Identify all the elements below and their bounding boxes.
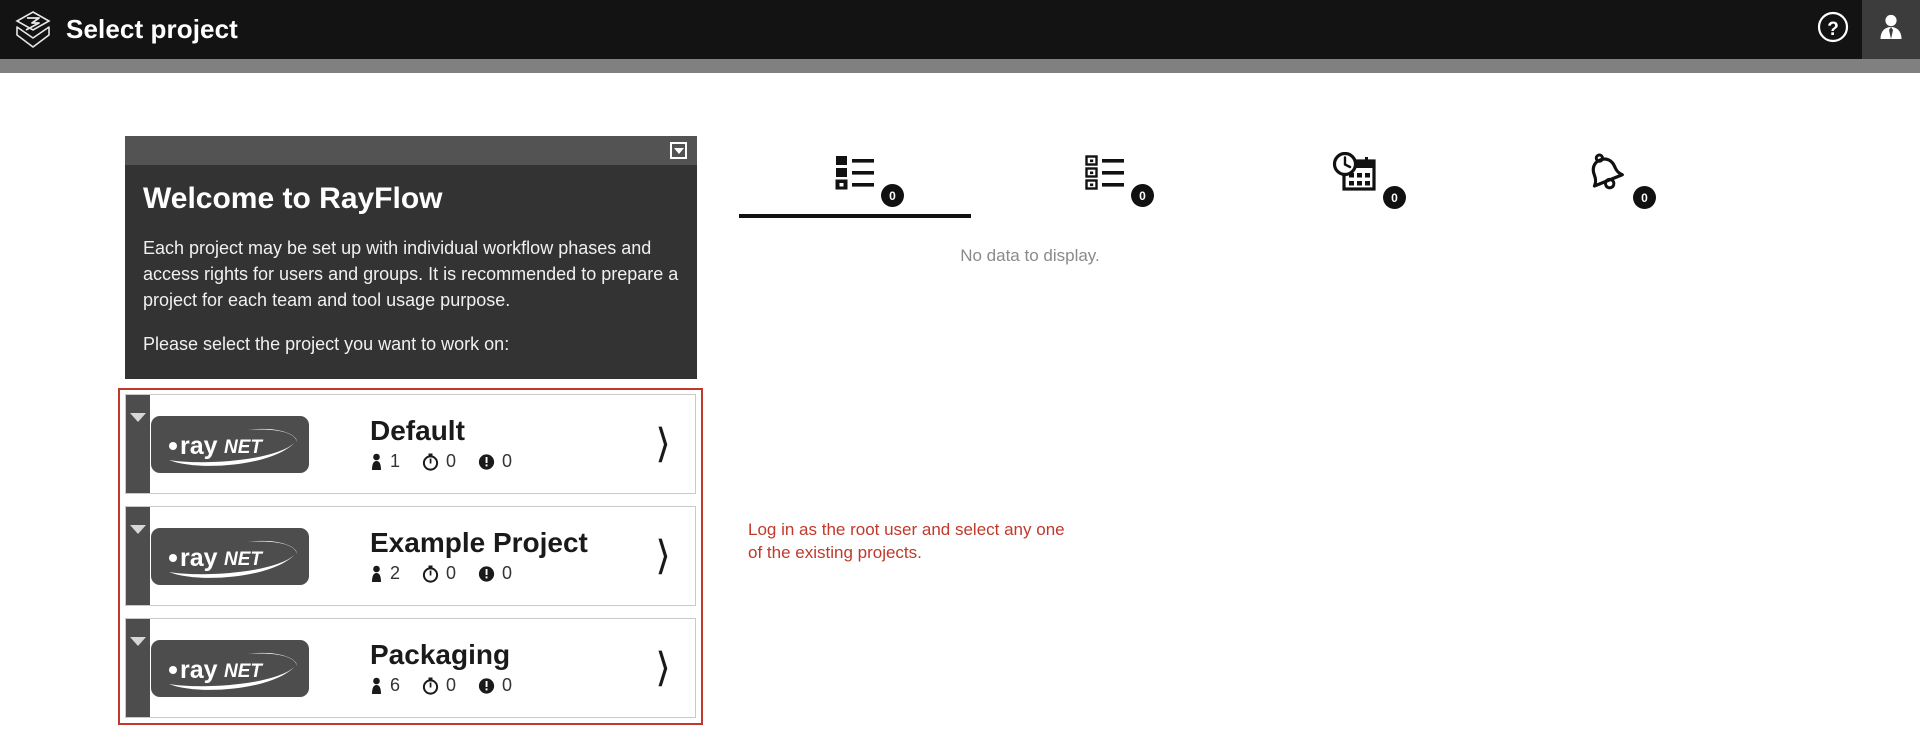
project-stats: 1 0 0 xyxy=(370,451,631,472)
svg-text:NET: NET xyxy=(224,661,263,682)
project-card[interactable]: ray NET Packaging 6 0 0 ⟩ xyxy=(125,618,696,718)
svg-text:NET: NET xyxy=(224,437,263,458)
stat-pending-value: 0 xyxy=(446,451,457,472)
chevron-right-icon[interactable]: ⟩ xyxy=(631,619,695,717)
caret-down-glyph xyxy=(673,147,684,154)
svg-text:NET: NET xyxy=(224,549,263,570)
stat-users: 1 xyxy=(370,451,400,472)
svg-text:ray: ray xyxy=(180,432,218,460)
person-icon xyxy=(370,453,383,471)
tab-notifications[interactable]: 0 xyxy=(1480,136,1730,218)
project-stats: 6 0 0 xyxy=(370,675,631,696)
stat-overdue: 0 xyxy=(478,675,512,696)
stat-overdue-value: 0 xyxy=(502,451,513,472)
stat-users-value: 2 xyxy=(390,563,401,584)
project-expand-handle[interactable] xyxy=(126,619,150,717)
project-expand-handle[interactable] xyxy=(126,395,150,493)
alert-clock-icon xyxy=(478,677,495,695)
alert-clock-icon xyxy=(478,453,495,471)
chevron-right-icon[interactable]: ⟩ xyxy=(631,395,695,493)
stat-overdue: 0 xyxy=(478,451,512,472)
svg-text:ray: ray xyxy=(180,544,218,572)
tab-open-tasks[interactable]: 0 xyxy=(980,136,1230,218)
question-circle-icon: ? xyxy=(1816,10,1850,49)
stat-users: 6 xyxy=(370,675,400,696)
tab-badge: 0 xyxy=(1633,186,1656,209)
stopwatch-icon xyxy=(422,677,439,695)
chevron-right-icon[interactable]: ⟩ xyxy=(631,507,695,605)
dashboard-tabs: 0 0 0 0 xyxy=(730,136,1860,218)
stat-pending: 0 xyxy=(422,451,456,472)
person-icon xyxy=(370,565,383,583)
header-underbar xyxy=(0,59,1920,73)
header-actions: ? xyxy=(1804,0,1920,59)
tab-inner: 0 xyxy=(1084,152,1154,207)
stopwatch-icon xyxy=(422,453,439,471)
stat-overdue-value: 0 xyxy=(502,563,513,584)
person-icon xyxy=(370,677,383,695)
tab-inner: 0 xyxy=(1582,152,1656,209)
annotation-note: Log in as the root user and select any o… xyxy=(748,520,1065,562)
tab-badge: 0 xyxy=(881,184,904,207)
welcome-panel-header xyxy=(125,136,697,165)
raynet-logo-icon: ray NET xyxy=(151,527,309,585)
notification-bell-icon xyxy=(1582,152,1628,197)
unchecked-task-list-icon xyxy=(1084,152,1126,195)
rayflow-layers-icon xyxy=(4,0,62,59)
user-account-button[interactable] xyxy=(1862,0,1920,59)
stat-pending: 0 xyxy=(422,675,456,696)
welcome-panel: Welcome to RayFlow Each project may be s… xyxy=(125,136,697,380)
welcome-paragraph-1: Each project may be set up with individu… xyxy=(143,238,679,311)
stat-overdue-value: 0 xyxy=(502,675,513,696)
stat-pending-value: 0 xyxy=(446,675,457,696)
stat-users-value: 6 xyxy=(390,675,401,696)
app-header: Select project ? xyxy=(0,0,1920,59)
svg-text:ray: ray xyxy=(180,656,218,684)
tab-inner: 0 xyxy=(834,152,904,207)
caret-down-icon xyxy=(130,637,146,646)
user-avatar-icon xyxy=(1876,12,1906,47)
tab-due-dates[interactable]: 0 xyxy=(1230,136,1480,218)
tab-badge: 0 xyxy=(1383,186,1406,209)
stat-users-value: 1 xyxy=(390,451,401,472)
project-stats: 2 0 0 xyxy=(370,563,631,584)
raynet-logo-icon: ray NET xyxy=(151,415,309,473)
project-card[interactable]: ray NET Default 1 0 0 ⟩ xyxy=(125,394,696,494)
page-title: Select project xyxy=(66,14,238,44)
project-name: Example Project xyxy=(370,526,588,558)
stat-pending: 0 xyxy=(422,563,456,584)
tab-badge: 0 xyxy=(1131,184,1154,207)
alert-clock-icon xyxy=(478,565,495,583)
project-info: Example Project 2 0 0 xyxy=(310,507,631,605)
stopwatch-icon xyxy=(422,565,439,583)
tab-inner: 0 xyxy=(1332,151,1406,209)
project-card[interactable]: ray NET Example Project 2 0 0 ⟩ xyxy=(125,506,696,606)
welcome-paragraph-2: Please select the project you want to wo… xyxy=(143,334,510,355)
raynet-logo-icon: ray NET xyxy=(151,639,309,697)
checked-task-list-icon xyxy=(834,152,876,195)
project-logo: ray NET xyxy=(150,507,310,605)
dashboard: 0 0 0 0 No data to display. xyxy=(730,136,1860,266)
dashboard-empty-message: No data to display. xyxy=(960,246,1100,265)
chevron-down-box-icon[interactable] xyxy=(670,142,687,159)
stat-users: 2 xyxy=(370,563,400,584)
caret-down-icon xyxy=(130,413,146,422)
project-list: ray NET Default 1 0 0 ⟩ ray NET Example … xyxy=(118,388,703,725)
welcome-heading: Welcome to RayFlow xyxy=(143,182,443,215)
project-expand-handle[interactable] xyxy=(126,507,150,605)
stat-overdue: 0 xyxy=(478,563,512,584)
calendar-clock-icon xyxy=(1332,151,1378,197)
stat-pending-value: 0 xyxy=(446,563,457,584)
project-logo: ray NET xyxy=(150,619,310,717)
caret-down-icon xyxy=(130,525,146,534)
project-logo: ray NET xyxy=(150,395,310,493)
project-name: Packaging xyxy=(370,638,511,670)
project-info: Packaging 6 0 0 xyxy=(310,619,631,717)
welcome-panel-body: Welcome to RayFlow Each project may be s… xyxy=(125,165,697,380)
project-info: Default 1 0 0 xyxy=(310,395,631,493)
tab-my-tasks[interactable]: 0 xyxy=(730,136,980,218)
svg-text:?: ? xyxy=(1827,19,1839,40)
help-button[interactable]: ? xyxy=(1804,0,1862,59)
project-name: Default xyxy=(370,414,465,446)
